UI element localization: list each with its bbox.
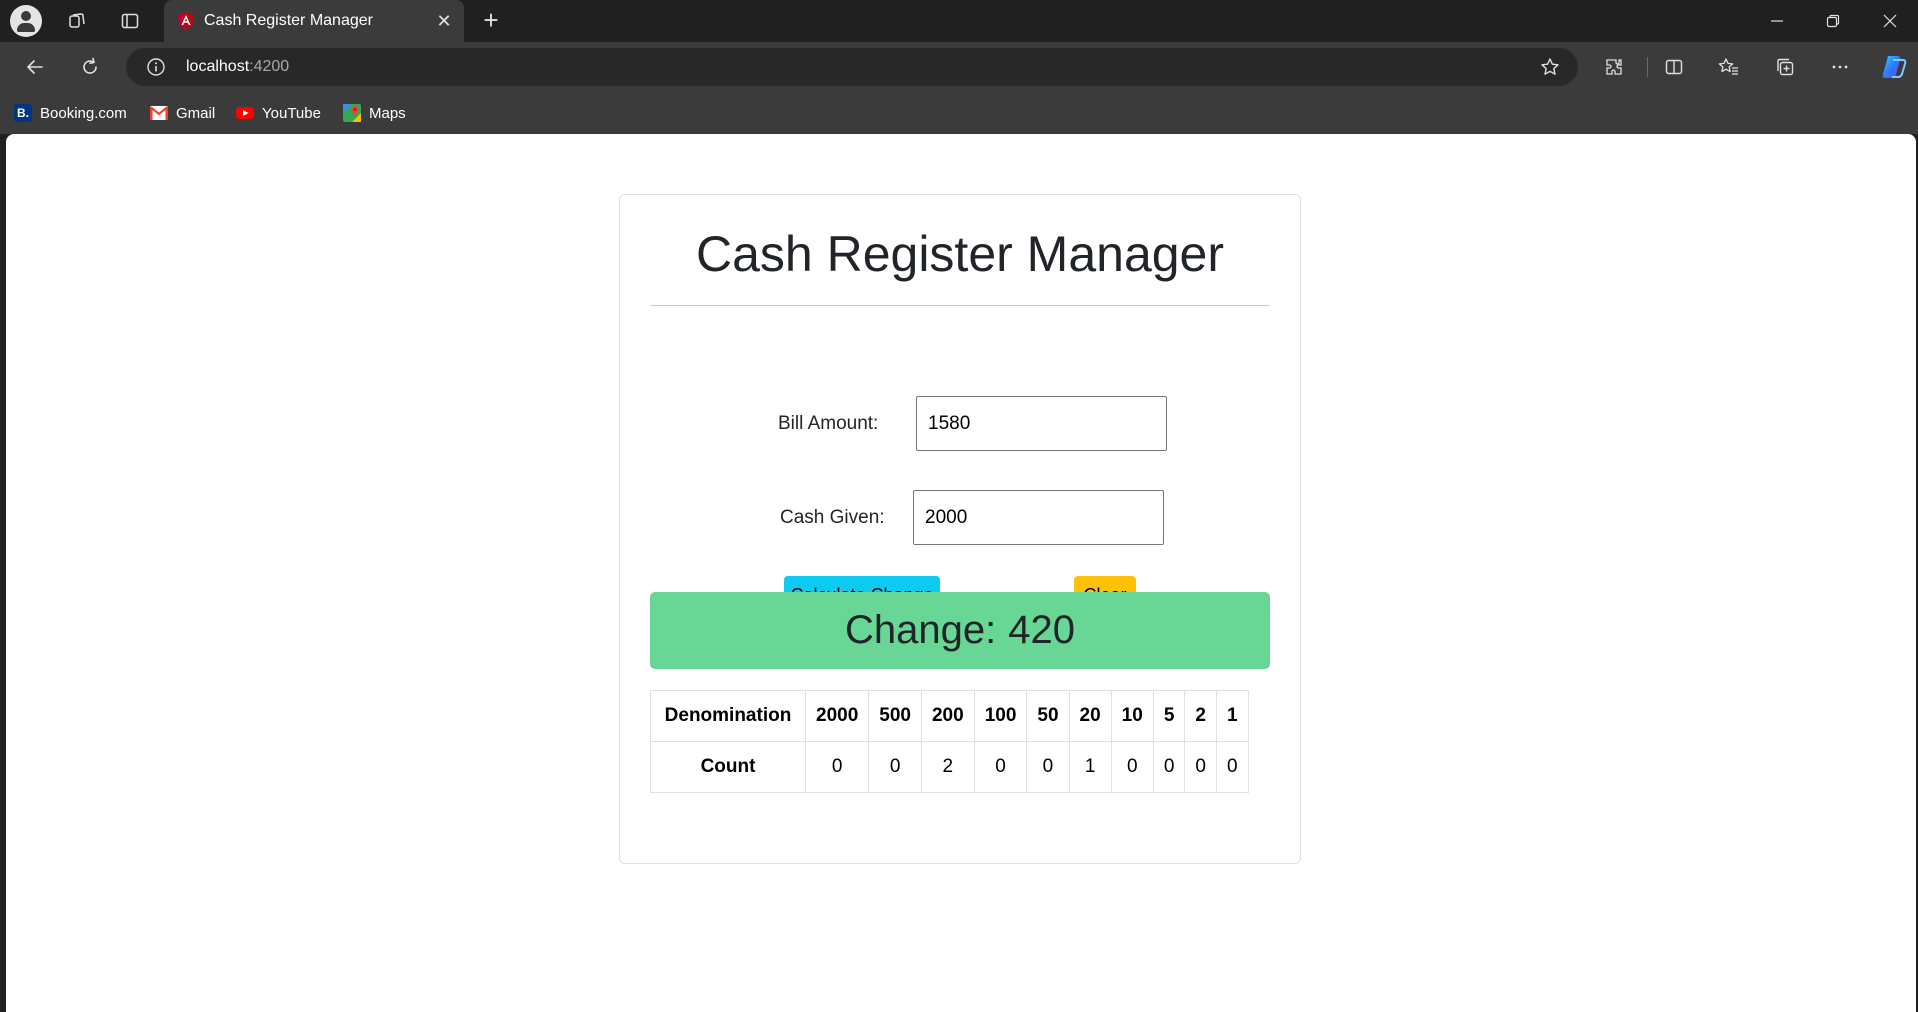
bookmark-label: Gmail bbox=[176, 104, 216, 122]
maps-icon bbox=[343, 104, 361, 122]
tab-active[interactable]: Cash Register Manager ✕ bbox=[164, 0, 464, 42]
bookmark-label: Booking.com bbox=[40, 104, 127, 122]
bill-amount-label: Bill Amount: bbox=[778, 413, 879, 434]
cash-given-label: Cash Given: bbox=[780, 507, 885, 528]
page-viewport: Cash Register Manager Bill Amount: Cash … bbox=[6, 134, 1916, 1012]
title-divider bbox=[650, 305, 1270, 306]
browser-toolbar: localhost:4200 bbox=[0, 42, 1918, 92]
denomination-table: Denomination 2000 500 200 100 50 20 10 5… bbox=[650, 690, 1249, 793]
count-cell: 0 bbox=[868, 741, 922, 793]
count-cell: 1 bbox=[1068, 741, 1112, 793]
bookmark-gmail[interactable]: Gmail bbox=[150, 102, 215, 124]
change-value: 420 bbox=[1008, 608, 1075, 652]
youtube-icon bbox=[236, 104, 254, 122]
count-cell: 0 bbox=[804, 741, 870, 793]
refresh-icon[interactable] bbox=[75, 52, 105, 82]
change-label: Change: bbox=[845, 608, 997, 652]
count-cell: 0 bbox=[1184, 741, 1217, 793]
gmail-icon bbox=[150, 104, 168, 122]
profile-icon[interactable] bbox=[10, 5, 42, 37]
denomination-cell: 500 bbox=[868, 690, 922, 742]
denomination-cell: 100 bbox=[973, 690, 1028, 742]
count-cell: 0 bbox=[1110, 741, 1154, 793]
browser-titlebar: Cash Register Manager ✕ + bbox=[0, 0, 1918, 42]
bookmark-maps[interactable]: Maps bbox=[343, 102, 406, 124]
close-tab-icon[interactable]: ✕ bbox=[432, 9, 456, 33]
count-cell: 0 bbox=[973, 741, 1028, 793]
bookmark-label: YouTube bbox=[262, 104, 321, 122]
more-options-icon[interactable] bbox=[1825, 52, 1855, 82]
count-cell: 0 bbox=[1026, 741, 1070, 793]
bookmark-label: Maps bbox=[369, 104, 406, 122]
minimize-icon[interactable] bbox=[1749, 0, 1805, 42]
count-cell: 2 bbox=[920, 741, 975, 793]
denomination-row: Denomination 2000 500 200 100 50 20 10 5… bbox=[650, 690, 1249, 742]
collections-icon[interactable] bbox=[1770, 52, 1800, 82]
denomination-cell: 50 bbox=[1026, 690, 1070, 742]
favorite-star-icon[interactable] bbox=[1540, 57, 1560, 77]
site-info-icon[interactable] bbox=[146, 57, 166, 77]
back-icon[interactable] bbox=[20, 52, 50, 82]
bookmark-booking[interactable]: B. Booking.com bbox=[14, 102, 127, 124]
bookmark-youtube[interactable]: YouTube bbox=[236, 102, 321, 124]
cash-given-input[interactable] bbox=[913, 490, 1164, 545]
count-header: Count bbox=[650, 741, 806, 793]
count-row: Count 0 0 2 0 0 1 0 0 0 0 bbox=[650, 741, 1249, 793]
workspaces-icon[interactable] bbox=[62, 6, 92, 36]
denomination-cell: 2 bbox=[1184, 690, 1217, 742]
denomination-cell: 2000 bbox=[804, 690, 870, 742]
bill-amount-input[interactable] bbox=[916, 396, 1167, 451]
count-cell: 0 bbox=[1152, 741, 1186, 793]
denomination-cell: 20 bbox=[1068, 690, 1112, 742]
denomination-cell: 200 bbox=[920, 690, 975, 742]
close-window-icon[interactable] bbox=[1862, 0, 1918, 42]
favorites-icon[interactable] bbox=[1714, 52, 1744, 82]
count-cell: 0 bbox=[1215, 741, 1249, 793]
url-text: localhost:4200 bbox=[186, 58, 290, 75]
bookmarks-bar: B. Booking.com Gmail YouTube Maps bbox=[0, 92, 1918, 134]
denomination-cell: 1 bbox=[1215, 690, 1249, 742]
change-result-banner: Change: 420 bbox=[650, 592, 1270, 669]
booking-icon: B. bbox=[14, 104, 32, 122]
extensions-icon[interactable] bbox=[1599, 52, 1629, 82]
tab-title: Cash Register Manager bbox=[204, 12, 373, 29]
split-screen-icon[interactable] bbox=[1659, 52, 1689, 82]
restore-icon[interactable] bbox=[1805, 0, 1861, 42]
angular-icon bbox=[176, 11, 196, 31]
denomination-header: Denomination bbox=[650, 690, 806, 742]
address-bar[interactable]: localhost:4200 bbox=[126, 48, 1578, 86]
cash-register-card: Cash Register Manager Bill Amount: Cash … bbox=[619, 194, 1301, 864]
toolbar-separator bbox=[1647, 57, 1648, 77]
new-tab-icon[interactable]: + bbox=[476, 6, 506, 36]
denomination-cell: 5 bbox=[1152, 690, 1186, 742]
denomination-cell: 10 bbox=[1110, 690, 1154, 742]
copilot-icon[interactable] bbox=[1878, 52, 1908, 82]
vertical-tabs-icon[interactable] bbox=[115, 6, 145, 36]
page-title: Cash Register Manager bbox=[695, 226, 1225, 282]
